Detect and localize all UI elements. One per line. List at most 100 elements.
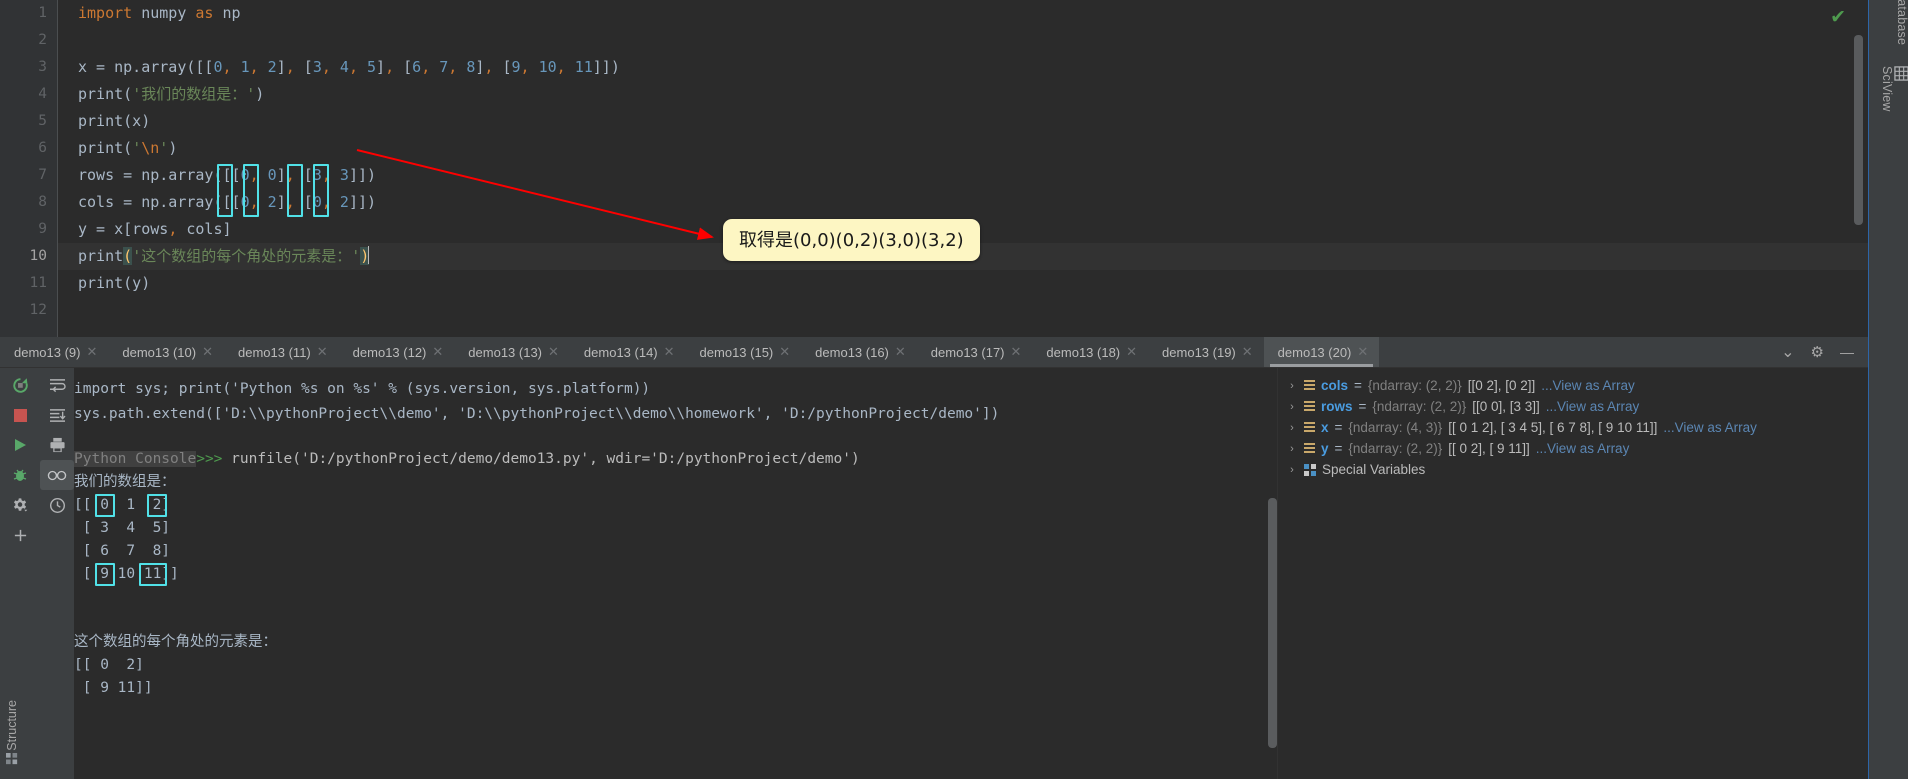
tool-tab-structure[interactable]: Structure [0,640,26,779]
console-tab-bar[interactable]: demo13 (9) ✕ demo13 (10) ✕ demo13 (11) ✕ demo1… [0,337,1868,368]
console-prompt-label: Python Console [74,451,197,467]
console-tab-9[interactable]: demo13 (18) ✕ [1032,337,1148,367]
sciview-tab-label: SciView [1880,66,1894,112]
console-array-row-3: [ 9 10 11]] [74,566,179,582]
console-toolbar-secondary[interactable] [40,368,74,779]
console-tab-4[interactable]: demo13 (13) ✕ [454,337,570,367]
stop-icon[interactable] [0,400,40,430]
console-output[interactable]: import sys; print('Python %s on %s' % (s… [74,368,1274,779]
chevron-right-icon[interactable]: › [1286,380,1298,392]
close-icon[interactable]: ✕ [895,344,906,360]
code-line-8[interactable]: cols = np.array([[0, 2], [0, 2]]) [58,189,376,216]
rerun-icon[interactable] [0,370,40,400]
chevron-right-icon[interactable]: › [1286,422,1298,434]
pycharm-window: 1 2 3 4 5 6 7 8 9 10 11 12 import numpy as np x = n… [0,0,1908,779]
close-icon[interactable]: ✕ [86,344,97,360]
console-tab-8[interactable]: demo13 (17) ✕ [917,337,1033,367]
code-line-4[interactable]: print('我们的数组是：') [58,81,264,108]
tool-tab-database[interactable]: Database [1869,0,1908,50]
close-icon[interactable]: ✕ [664,344,675,360]
history-clock-icon[interactable] [40,490,74,520]
editor-vertical-scrollbar[interactable] [1854,35,1863,225]
console-tab-label: demo13 (16) [815,344,889,360]
close-icon[interactable]: ✕ [1011,344,1022,360]
tab-bar-controls[interactable]: ⌄ ⚙ — [1771,337,1868,367]
console-tab-label: demo13 (10) [122,344,197,360]
code-line-12[interactable] [58,297,87,324]
right-tool-rail[interactable]: Database SciView [1868,0,1908,779]
code-line-7[interactable]: rows = np.array([[0, 0], [3, 3]]) [58,162,376,189]
chevron-right-icon[interactable]: › [1286,401,1298,413]
console-tab-5[interactable]: demo13 (14) ✕ [570,337,686,367]
variable-value: [[ 0 1 2], [ 3 4 5], [ 6 7 8], [ 9 10 11… [1448,420,1658,435]
run-icon[interactable] [0,430,40,460]
variable-row-x[interactable]: › x = {ndarray: (4, 3)} [[ 0 1 2], [ 3 4 … [1278,417,1868,438]
view-glasses-icon[interactable] [40,460,74,490]
variable-row-y[interactable]: › y = {ndarray: (2, 2)} [[ 0 2], [ 9 11]]… [1278,438,1868,459]
close-icon[interactable]: ✕ [432,344,443,360]
chevron-right-icon[interactable]: › [1286,464,1298,476]
console-array-row-1: [ 3 4 5] [74,520,171,536]
console-tab-11[interactable]: demo13 (20) ✕ [1263,337,1380,367]
close-icon[interactable]: ✕ [548,344,559,360]
console-tab-1[interactable]: demo13 (10) ✕ [108,337,224,367]
variable-row-rows[interactable]: › rows = {ndarray: (2, 2)} [[0 0], [3 3]]… [1278,396,1868,417]
console-array-row-0: [[ 0 1 2] [74,497,171,513]
console-tab-3[interactable]: demo13 (12) ✕ [339,337,455,367]
code-line-6[interactable]: print('\n') [58,135,177,162]
view-as-array-link[interactable]: ...View as Array [1536,441,1630,456]
variable-equals: = [1334,441,1343,456]
console-prompt-caret: >>> [196,451,223,467]
line-number-4: 4 [38,86,47,102]
add-icon[interactable] [0,520,40,550]
tool-tab-sciview[interactable]: SciView [1869,62,1908,182]
close-icon[interactable]: ✕ [1357,344,1368,360]
code-line-10[interactable]: print('这个数组的每个角处的元素是：') [58,243,370,270]
console-tab-7[interactable]: demo13 (16) ✕ [801,337,917,367]
console-tab-label: demo13 (15) [699,344,774,360]
variable-row-special[interactable]: › Special Variables [1278,459,1868,480]
line-number-10: 10 [29,248,47,264]
close-icon[interactable]: ✕ [779,344,790,360]
close-icon[interactable]: ✕ [1126,344,1137,360]
console-tab-0[interactable]: demo13 (9) ✕ [0,337,108,367]
settings-gear-icon[interactable] [0,490,40,520]
console-tab-2[interactable]: demo13 (11) ✕ [224,337,339,367]
code-editor[interactable]: 1 2 3 4 5 6 7 8 9 10 11 12 import numpy as np x = n… [0,0,1868,337]
close-icon[interactable]: ✕ [317,344,328,360]
code-line-5[interactable]: print(x) [58,108,150,135]
scroll-to-end-icon[interactable] [40,400,74,430]
variable-name: cols [1321,378,1349,393]
database-tab-label: Database [1895,0,1908,46]
chevron-right-icon[interactable]: › [1286,443,1298,455]
variable-value: [[ 0 2], [ 9 11]] [1448,441,1530,456]
code-line-3[interactable]: x = np.array([[0, 1, 2], [3, 4, 5], [6, … [58,54,620,81]
array-icon [1304,421,1315,434]
print-icon[interactable] [40,430,74,460]
variables-panel[interactable]: › cols = {ndarray: (2, 2)} [[0 2], [0 2]]… [1278,368,1868,779]
code-line-9[interactable]: y = x[rows, cols] [58,216,232,243]
close-icon[interactable]: ✕ [202,344,213,360]
console-vertical-scrollbar[interactable] [1268,498,1277,748]
console-tab-6[interactable]: demo13 (15) ✕ [686,337,802,367]
gear-icon[interactable]: ⚙ [1811,343,1824,361]
line-number-9: 9 [38,221,47,237]
variable-row-cols[interactable]: › cols = {ndarray: (2, 2)} [[0 2], [0 2]]… [1278,375,1868,396]
soft-wrap-icon[interactable] [40,370,74,400]
code-line-11[interactable]: print(y) [58,270,150,297]
debug-icon[interactable] [0,460,40,490]
view-as-array-link[interactable]: ...View as Array [1663,420,1757,435]
console-result-row-0: [[ 0 2] [74,657,144,673]
callout-text: 取得是(0,0)(0,2)(3,0)(3,2) [739,230,964,251]
console-tab-10[interactable]: demo13 (19) ✕ [1148,337,1264,367]
minimize-icon[interactable]: — [1840,344,1854,360]
view-as-array-link[interactable]: ...View as Array [1546,399,1640,414]
code-line-2[interactable] [58,27,87,54]
code-content[interactable]: import numpy as np x = np.array([[0, 1, … [58,0,1868,337]
code-line-1[interactable]: import numpy as np [58,0,241,27]
line-number-3: 3 [38,59,47,75]
view-as-array-link[interactable]: ...View as Array [1541,378,1635,393]
variable-name: rows [1321,399,1353,414]
chevron-down-icon[interactable]: ⌄ [1781,342,1794,362]
close-icon[interactable]: ✕ [1242,344,1253,360]
